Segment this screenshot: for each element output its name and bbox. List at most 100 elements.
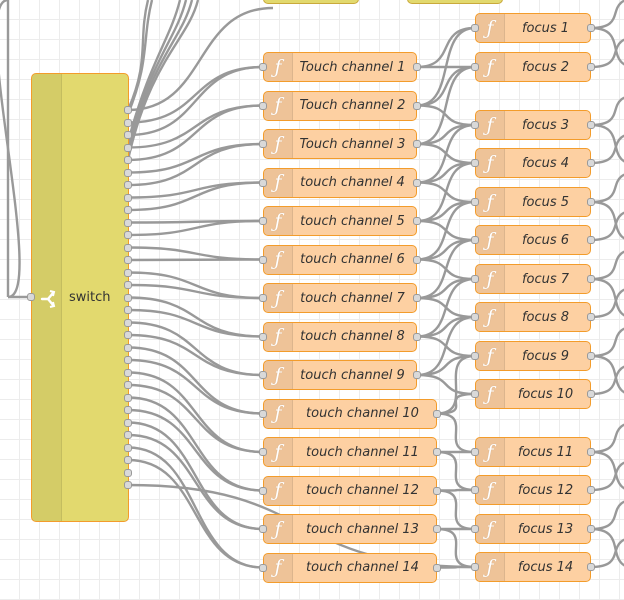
switch-output-port[interactable] — [124, 231, 132, 239]
focus-input-port[interactable] — [471, 63, 479, 71]
wire-focus-out[interactable] — [590, 287, 624, 319]
function-output-port[interactable] — [413, 294, 421, 302]
function-node[interactable]: ƒ Touch channel 2 — [263, 90, 417, 121]
function-input-port[interactable] — [259, 63, 267, 71]
switch-output-port[interactable] — [124, 343, 132, 352]
wire-focus-out[interactable] — [590, 210, 624, 242]
focus-output-port[interactable] — [587, 563, 595, 571]
focus-output-port[interactable] — [587, 24, 595, 32]
focus-output-port[interactable] — [587, 236, 595, 244]
function-input-port[interactable] — [259, 525, 267, 533]
wire-switch-to-function[interactable] — [127, 142, 264, 187]
focus-node[interactable]: ƒ focus 9 — [475, 341, 591, 371]
switch-output-port[interactable] — [124, 256, 132, 264]
focus-node[interactable]: ƒ focus 1 — [475, 13, 591, 43]
switch-output-port[interactable] — [124, 418, 132, 427]
focus-input-port[interactable] — [471, 448, 479, 456]
function-node[interactable]: ƒ touch channel 12 — [263, 475, 437, 506]
focus-output-port[interactable] — [587, 198, 595, 206]
switch-output-port[interactable] — [124, 168, 132, 177]
wire-focus-out[interactable] — [590, 499, 624, 531]
wire-function-to-focus[interactable] — [416, 238, 476, 261]
switch-output-port[interactable] — [124, 481, 132, 489]
wire-function-to-focus[interactable] — [416, 161, 476, 184]
focus-input-port[interactable] — [471, 390, 479, 398]
wire-function-to-focus[interactable] — [416, 277, 476, 300]
wire-switch-to-function[interactable] — [127, 296, 264, 338]
switch-output-port[interactable] — [124, 218, 132, 227]
wire-function-to-focus[interactable] — [416, 315, 476, 338]
focus-input-port[interactable] — [471, 275, 479, 283]
switch-output-port[interactable] — [124, 331, 132, 339]
function-input-port[interactable] — [259, 294, 267, 302]
wire-switch-to-function[interactable] — [127, 104, 264, 149]
focus-node[interactable]: ƒ focus 11 — [475, 437, 591, 467]
switch-node[interactable]: switch — [31, 73, 129, 522]
wire-function-to-focus[interactable] — [436, 527, 476, 569]
function-input-port[interactable] — [259, 448, 267, 456]
wire-function-to-focus[interactable] — [436, 489, 476, 531]
focus-node[interactable]: ƒ focus 3 — [475, 110, 591, 140]
function-output-port[interactable] — [413, 178, 421, 187]
wire-focus-out[interactable] — [590, 95, 624, 127]
wire-function-to-focus[interactable] — [416, 26, 476, 69]
focus-node[interactable]: ƒ focus 8 — [475, 302, 591, 332]
wire-focus-out[interactable] — [590, 26, 624, 68]
focus-output-port[interactable] — [587, 275, 595, 283]
wire-switch-to-function[interactable] — [127, 346, 264, 415]
focus-node[interactable]: ƒ focus 10 — [475, 379, 591, 409]
focus-input-port[interactable] — [471, 352, 479, 360]
switch-output-port[interactable] — [124, 406, 132, 414]
function-output-port[interactable] — [413, 332, 421, 341]
wire-into-switch[interactable] — [0, 0, 21, 299]
function-output-port[interactable] — [413, 255, 421, 264]
focus-output-port[interactable] — [587, 448, 595, 456]
wire-switch-up[interactable] — [126, 0, 194, 155]
wire-function-to-focus[interactable] — [416, 373, 476, 396]
function-input-port[interactable] — [259, 409, 267, 418]
focus-output-port[interactable] — [587, 121, 595, 129]
switch-output-port[interactable] — [124, 306, 132, 314]
focus-output-port[interactable] — [587, 159, 595, 167]
function-node[interactable]: ƒ Touch channel 3 — [263, 129, 417, 159]
switch-output-port[interactable] — [124, 268, 132, 277]
wire-focus-out[interactable] — [590, 37, 624, 69]
wire-focus-out[interactable] — [590, 133, 624, 165]
function-input-port[interactable] — [259, 255, 267, 264]
function-input-port[interactable] — [259, 217, 267, 225]
switch-output-port[interactable] — [124, 243, 132, 252]
wire-function-to-focus[interactable] — [416, 354, 476, 377]
wire-function-to-focus[interactable] — [416, 65, 476, 107]
wire-switch-to-function[interactable] — [127, 258, 264, 262]
switch-output-port[interactable] — [124, 468, 132, 477]
switch-output-port[interactable] — [124, 318, 132, 327]
function-node[interactable]: ƒ touch channel 11 — [263, 437, 437, 467]
wire-function-to-focus[interactable] — [416, 123, 476, 146]
switch-output-port[interactable] — [124, 356, 132, 364]
wire-focus-out[interactable] — [590, 326, 624, 358]
switch-output-port[interactable] — [124, 156, 132, 164]
switch-output-port[interactable] — [124, 281, 132, 289]
wire-focus-out[interactable] — [590, 249, 624, 281]
wire-focus-out[interactable] — [590, 537, 624, 569]
switch-output-port[interactable] — [124, 393, 132, 402]
switch-output-port[interactable] — [124, 181, 132, 189]
function-output-port[interactable] — [433, 525, 441, 533]
focus-input-port[interactable] — [471, 159, 479, 167]
switch-output-port[interactable] — [124, 431, 132, 439]
function-node[interactable]: ƒ touch channel 9 — [263, 360, 417, 390]
focus-node[interactable]: ƒ focus 12 — [475, 475, 591, 505]
focus-output-port[interactable] — [587, 486, 595, 494]
function-input-port[interactable] — [259, 371, 267, 379]
focus-input-port[interactable] — [471, 525, 479, 533]
wire-function-to-focus[interactable] — [416, 200, 476, 223]
function-output-port[interactable] — [433, 409, 441, 418]
function-output-port[interactable] — [413, 217, 421, 225]
wire-focus-out[interactable] — [590, 422, 624, 454]
focus-node[interactable]: ƒ focus 14 — [475, 552, 591, 582]
focus-node[interactable]: ƒ focus 7 — [475, 264, 591, 294]
node-stub-top-left[interactable] — [263, 0, 359, 4]
switch-output-port[interactable] — [124, 443, 132, 452]
switch-input-port[interactable] — [27, 293, 35, 301]
wire-function-to-focus[interactable] — [436, 565, 476, 569]
